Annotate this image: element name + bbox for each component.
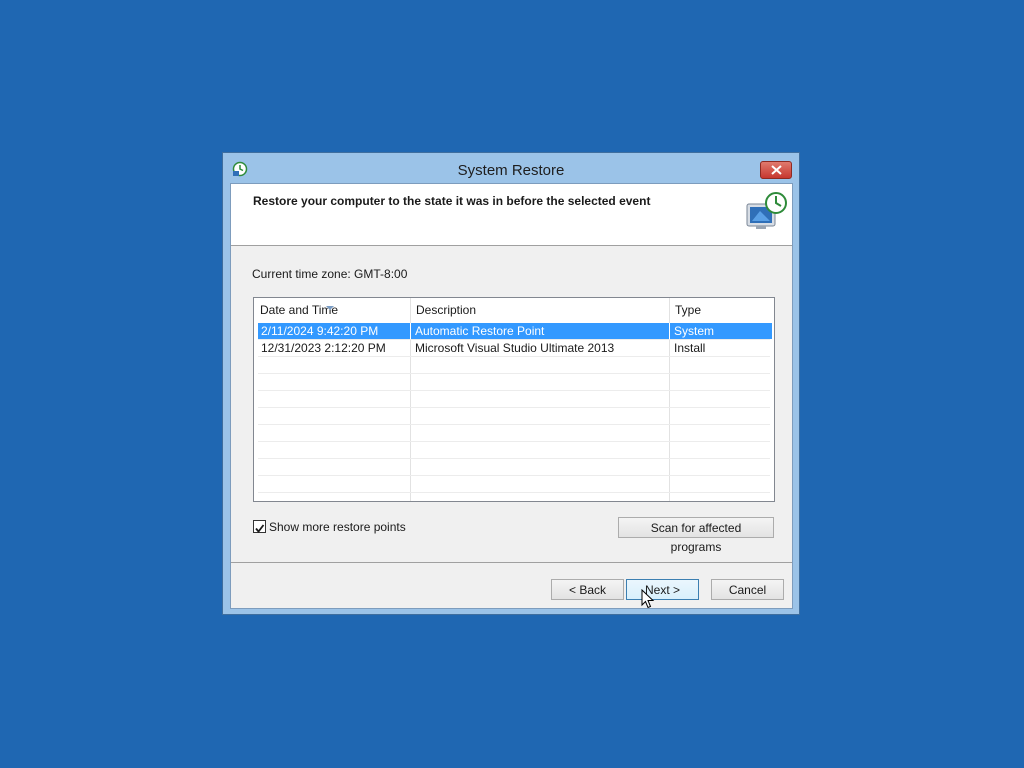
back-button[interactable]: < Back [551, 579, 624, 600]
footer-divider [231, 562, 792, 563]
restore-monitor-icon [743, 190, 789, 236]
dialog-header: Restore your computer to the state it wa… [231, 184, 792, 246]
table-row[interactable]: 2/11/2024 9:42:20 PM Automatic Restore P… [258, 323, 772, 339]
cell-separator [669, 323, 670, 339]
column-header-description[interactable]: Description [410, 298, 669, 322]
dialog-client-area: Restore your computer to the state it wa… [230, 183, 793, 609]
row-type: Install [674, 341, 706, 355]
window-title: System Restore [457, 162, 565, 179]
checkbox-box[interactable] [253, 520, 266, 533]
scan-affected-programs-button[interactable]: Scan for affected programs [618, 517, 774, 554]
restore-points-list[interactable]: Date and Time Description Type 2/11/2024… [253, 297, 775, 502]
next-button[interactable]: Next > [626, 579, 699, 600]
row-gridline [258, 356, 770, 357]
row-gridline [258, 492, 770, 493]
row-gridline [258, 424, 770, 425]
column-header-type[interactable]: Type [669, 298, 774, 322]
cell-separator [410, 323, 411, 339]
row-description: Automatic Restore Point [415, 324, 545, 338]
row-description: Microsoft Visual Studio Ultimate 2013 [415, 341, 615, 355]
system-restore-window: System Restore Restore your computer to … [222, 152, 800, 615]
row-date: 12/31/2023 2:12:20 PM [261, 341, 386, 355]
row-type: System [674, 324, 715, 338]
cancel-button[interactable]: Cancel [711, 579, 784, 600]
title-bar[interactable]: System Restore [223, 153, 799, 183]
mouse-pointer-icon [641, 588, 655, 609]
header-instruction: Restore your computer to the state it wa… [253, 194, 651, 208]
row-gridline [258, 390, 770, 391]
sort-arrow-icon [326, 298, 334, 310]
checkmark-icon [255, 524, 265, 533]
close-button[interactable] [760, 161, 792, 179]
timezone-label: Current time zone: GMT-8:00 [252, 267, 408, 281]
row-gridline [258, 475, 770, 476]
row-gridline [258, 458, 770, 459]
table-row[interactable]: 12/31/2023 2:12:20 PM Microsoft Visual S… [258, 340, 772, 356]
row-gridline [258, 373, 770, 374]
row-gridline [258, 441, 770, 442]
row-gridline [258, 407, 770, 408]
row-date: 2/11/2024 9:42:20 PM [261, 324, 379, 338]
checkbox-label[interactable]: Show more restore points [269, 520, 406, 534]
